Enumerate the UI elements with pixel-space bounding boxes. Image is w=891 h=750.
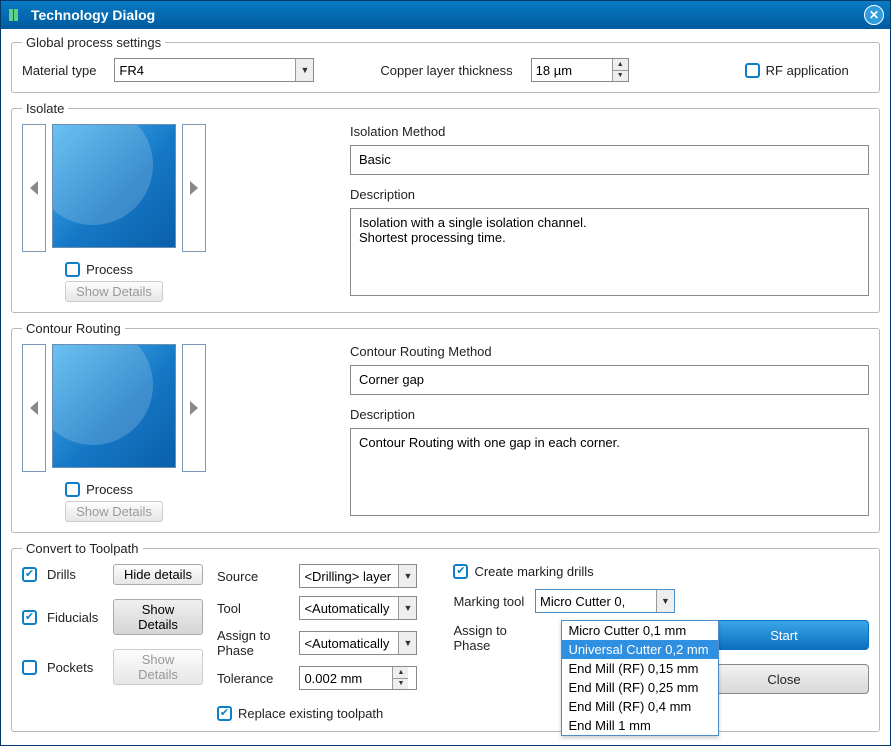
fiducials-checkbox[interactable]	[22, 610, 37, 625]
copper-thickness-input[interactable]: ▲▼	[531, 58, 629, 82]
isolation-method-value: Basic	[350, 145, 869, 175]
chevron-down-icon[interactable]: ▼	[398, 632, 416, 654]
close-icon[interactable]: ✕	[864, 5, 884, 25]
replace-toolpath-checkbox[interactable]	[217, 706, 232, 721]
convert-legend: Convert to Toolpath	[22, 541, 143, 556]
copper-thickness-label: Copper layer thickness	[380, 63, 512, 78]
marking-tool-option[interactable]: End Mill (RF) 0,15 mm	[562, 659, 718, 678]
marking-tool-option[interactable]: End Mill (RF) 0,25 mm	[562, 678, 718, 697]
contour-method-value: Corner gap	[350, 365, 869, 395]
marking-tool-option[interactable]: End Mill 1 mm	[562, 716, 718, 735]
create-marking-label: Create marking drills	[474, 564, 593, 579]
pockets-checkbox[interactable]	[22, 660, 37, 675]
tool-select[interactable]: <Automatically▼	[299, 596, 417, 620]
marking-tool-option[interactable]: Universal Cutter 0,2 mm	[562, 640, 718, 659]
assign-phase-select[interactable]: <Automatically▼	[299, 631, 417, 655]
rf-application-label: RF application	[766, 63, 849, 78]
titlebar: Technology Dialog ✕	[1, 1, 890, 29]
window-title: Technology Dialog	[31, 7, 864, 23]
assign-phase-label: Assign to Phase	[217, 628, 289, 658]
marking-tool-select[interactable]: Micro Cutter 0,▼	[535, 589, 675, 613]
isolation-description-value: Isolation with a single isolation channe…	[350, 208, 869, 296]
contour-description-value: Contour Routing with one gap in each cor…	[350, 428, 869, 516]
tolerance-label: Tolerance	[217, 671, 289, 686]
drills-label: Drills	[47, 567, 103, 582]
marking-tool-option[interactable]: End Mill (RF) 0,4 mm	[562, 697, 718, 716]
chevron-down-icon[interactable]: ▼	[656, 590, 674, 612]
global-legend: Global process settings	[22, 35, 165, 50]
isolate-next-button[interactable]	[182, 124, 206, 252]
contour-process-label: Process	[86, 482, 133, 497]
isolate-legend: Isolate	[22, 101, 68, 116]
tool-label: Tool	[217, 601, 289, 616]
contour-process-checkbox[interactable]	[65, 482, 80, 497]
contour-preview-image	[52, 344, 176, 468]
marking-tool-label: Marking tool	[453, 594, 525, 609]
isolate-show-details-button[interactable]: Show Details	[65, 281, 163, 302]
isolation-method-label: Isolation Method	[350, 124, 869, 139]
tolerance-input[interactable]: ▲▼	[299, 666, 417, 690]
drills-checkbox[interactable]	[22, 567, 37, 582]
material-type-select[interactable]: FR4 ▼	[114, 58, 314, 82]
spin-up-icon[interactable]: ▲	[393, 667, 408, 679]
replace-toolpath-label: Replace existing toolpath	[238, 706, 383, 721]
isolate-process-checkbox[interactable]	[65, 262, 80, 277]
isolation-description-label: Description	[350, 187, 869, 202]
pockets-label: Pockets	[47, 660, 103, 675]
pockets-details-button[interactable]: Show Details	[113, 649, 203, 685]
isolate-preview-image	[52, 124, 176, 248]
contour-legend: Contour Routing	[22, 321, 125, 336]
create-marking-checkbox[interactable]	[453, 564, 468, 579]
contour-next-button[interactable]	[182, 344, 206, 472]
app-icon	[7, 7, 23, 23]
chevron-down-icon[interactable]: ▼	[295, 59, 313, 81]
marking-tool-dropdown[interactable]: Micro Cutter 0,1 mmUniversal Cutter 0,2 …	[561, 620, 719, 736]
isolate-prev-button[interactable]	[22, 124, 46, 252]
contour-prev-button[interactable]	[22, 344, 46, 472]
fiducials-label: Fiducials	[47, 610, 103, 625]
source-label: Source	[217, 569, 289, 584]
contour-show-details-button[interactable]: Show Details	[65, 501, 163, 522]
start-button[interactable]: Start	[699, 620, 869, 650]
convert-group: Convert to Toolpath Drills Hide details …	[11, 541, 880, 732]
close-button[interactable]: Close	[699, 664, 869, 694]
spin-down-icon[interactable]: ▼	[393, 679, 408, 690]
isolate-group: Isolate Process Show De	[11, 101, 880, 313]
marking-tool-option[interactable]: Micro Cutter 0,1 mm	[562, 621, 718, 640]
marking-phase-label: Assign to Phase	[453, 623, 525, 653]
global-settings-group: Global process settings Material type FR…	[11, 35, 880, 93]
rf-application-checkbox[interactable]	[745, 63, 760, 78]
contour-method-label: Contour Routing Method	[350, 344, 869, 359]
drills-details-button[interactable]: Hide details	[113, 564, 203, 585]
contour-group: Contour Routing Process	[11, 321, 880, 533]
chevron-down-icon[interactable]: ▼	[398, 597, 416, 619]
isolate-process-label: Process	[86, 262, 133, 277]
contour-description-label: Description	[350, 407, 869, 422]
spin-up-icon[interactable]: ▲	[613, 59, 628, 71]
chevron-down-icon[interactable]: ▼	[398, 565, 416, 587]
material-type-label: Material type	[22, 63, 96, 78]
fiducials-details-button[interactable]: Show Details	[113, 599, 203, 635]
spin-down-icon[interactable]: ▼	[613, 71, 628, 82]
source-select[interactable]: <Drilling> layer▼	[299, 564, 417, 588]
